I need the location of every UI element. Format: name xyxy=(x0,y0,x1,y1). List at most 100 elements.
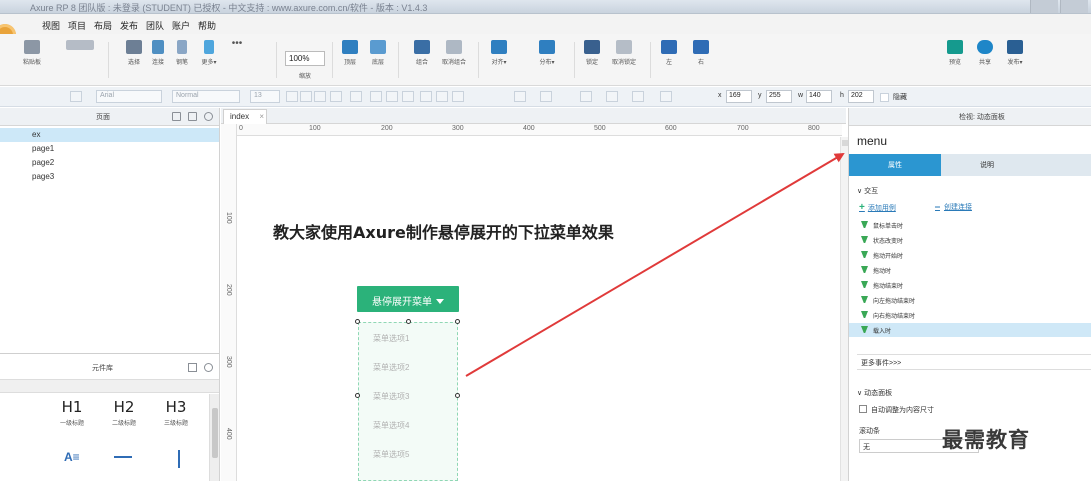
widget-h2[interactable]: H2 二级标题 xyxy=(104,398,144,427)
resize-handle-top-middle[interactable] xyxy=(406,319,411,324)
align-center-button[interactable] xyxy=(386,91,398,102)
unlock-button[interactable]: 取消锁定 xyxy=(606,40,642,66)
event-ondrag[interactable]: 拖动时 xyxy=(849,263,1091,277)
menu-option-4[interactable]: 菜单选项4 xyxy=(373,420,409,431)
menu-option-3[interactable]: 菜单选项3 xyxy=(373,391,409,402)
add-folder-icon[interactable] xyxy=(188,112,197,121)
library-select[interactable] xyxy=(0,379,219,393)
shadow-button[interactable] xyxy=(540,91,552,102)
menu-icon[interactable] xyxy=(188,363,197,372)
library-scrollbar[interactable] xyxy=(209,394,219,481)
line-style-button[interactable] xyxy=(632,91,644,102)
interaction-section-toggle[interactable]: ∨ 交互 xyxy=(857,186,878,196)
add-page-icon[interactable] xyxy=(172,112,181,121)
style-dropdown[interactable] xyxy=(70,91,82,102)
event-ondragstart[interactable]: 拖动开始时 xyxy=(849,248,1091,262)
event-onload[interactable]: 载入时 xyxy=(849,323,1091,337)
hover-menu-button[interactable]: 悬停展开菜单 xyxy=(357,286,459,312)
italic-button[interactable] xyxy=(300,91,312,102)
menu-option-1[interactable]: 菜单选项1 xyxy=(373,333,409,344)
menu-dynamic-panel[interactable]: 菜单选项1 菜单选项2 菜单选项3 菜单选项4 菜单选项5 xyxy=(358,322,458,481)
ungroup-button[interactable]: 取消组合 xyxy=(436,40,472,66)
menu-view[interactable]: 视图 xyxy=(42,19,60,32)
x-input[interactable]: 169 xyxy=(726,90,752,103)
paste-button[interactable]: 粘贴板 xyxy=(14,40,50,66)
maximize-button[interactable] xyxy=(1060,0,1088,13)
right-button[interactable]: 右 xyxy=(688,40,714,66)
align-button[interactable]: 对齐▾ xyxy=(484,40,514,66)
font-style-select[interactable]: Normal xyxy=(172,90,240,103)
bold-button[interactable] xyxy=(286,91,298,102)
menu-layout[interactable]: 布局 xyxy=(94,19,112,32)
event-onclick[interactable]: 鼠标单击时 xyxy=(849,218,1091,232)
widget-h3[interactable]: H3 三级标题 xyxy=(156,398,196,427)
resize-handle-middle-right[interactable] xyxy=(455,393,460,398)
add-case-link[interactable]: + 添加用例 xyxy=(859,202,896,213)
align-right-button[interactable] xyxy=(402,91,414,102)
menu-option-2[interactable]: 菜单选项2 xyxy=(373,362,409,373)
menu-option-5[interactable]: 菜单选项5 xyxy=(373,449,409,460)
more-events-select[interactable]: 更多事件>>> xyxy=(857,354,1091,370)
event-ondragdrop[interactable]: 拖动结束时 xyxy=(849,278,1091,292)
menu-account[interactable]: 账户 xyxy=(172,19,190,32)
publish-button[interactable]: 发布▾ xyxy=(1002,40,1028,66)
distribute-button[interactable]: 分布▾ xyxy=(532,40,562,66)
page-item-page2[interactable]: page2 xyxy=(0,156,219,170)
close-icon[interactable]: × xyxy=(259,112,264,121)
valign-middle-button[interactable] xyxy=(436,91,448,102)
zoom-select[interactable]: 100% xyxy=(285,51,325,66)
event-onswiperight[interactable]: 向右拖动结束时 xyxy=(849,308,1091,322)
preview-button[interactable]: 预览 xyxy=(942,40,968,66)
dynamic-panel-section-toggle[interactable]: ∨ 动态面板 xyxy=(857,388,892,398)
library-scroll-thumb[interactable] xyxy=(212,408,218,458)
menu-project[interactable]: 项目 xyxy=(68,19,86,32)
vertical-line-icon[interactable] xyxy=(178,450,180,468)
tab-notes[interactable]: 说明 xyxy=(941,154,1033,176)
hidden-checkbox[interactable] xyxy=(880,93,889,102)
create-link-link[interactable]: ═ 创建连接 xyxy=(935,202,972,212)
select-button[interactable]: 选择 xyxy=(116,40,152,66)
fill-color-button[interactable] xyxy=(514,91,526,102)
library-search-icon[interactable] xyxy=(204,363,213,372)
resize-handle-middle-left[interactable] xyxy=(355,393,360,398)
event-onstatechange[interactable]: 状态改变时 xyxy=(849,233,1091,247)
align-left-button[interactable] xyxy=(370,91,382,102)
line-width-button[interactable] xyxy=(606,91,618,102)
search-icon[interactable] xyxy=(204,112,213,121)
left-button[interactable]: 左 xyxy=(656,40,682,66)
menu-publish[interactable]: 发布 xyxy=(120,19,138,32)
page-item-ex[interactable]: ex xyxy=(0,128,219,142)
pen-button[interactable]: 钢笔 xyxy=(172,40,192,66)
share-button[interactable]: 共享 xyxy=(972,40,998,66)
y-input[interactable]: 255 xyxy=(766,90,792,103)
auto-fit-checkbox[interactable]: 自动调整为内容尺寸 xyxy=(859,405,934,415)
tab-properties[interactable]: 属性 xyxy=(849,154,941,176)
page-item-page1[interactable]: page1 xyxy=(0,142,219,156)
tab-style[interactable] xyxy=(1033,154,1091,176)
tab-index[interactable]: index × xyxy=(223,109,267,124)
valign-top-button[interactable] xyxy=(420,91,432,102)
lock-button[interactable]: 锁定 xyxy=(580,40,604,66)
arrow-style-button[interactable] xyxy=(660,91,672,102)
minimize-button[interactable] xyxy=(1030,0,1058,13)
cut-copy-group[interactable] xyxy=(60,40,100,50)
valign-bottom-button[interactable] xyxy=(452,91,464,102)
page-item-page3[interactable]: page3 xyxy=(0,170,219,184)
widget-h1[interactable]: H1 一级标题 xyxy=(52,398,92,427)
text-paragraph-icon[interactable]: A≡ xyxy=(64,450,80,464)
menu-help[interactable]: 帮助 xyxy=(198,19,216,32)
font-family-select[interactable]: Arial xyxy=(96,90,162,103)
event-onswipeleft[interactable]: 向左拖动结束时 xyxy=(849,293,1091,307)
bring-to-top-button[interactable]: 顶层 xyxy=(338,40,362,66)
h-input[interactable]: 202 xyxy=(848,90,874,103)
group-button[interactable]: 组合 xyxy=(410,40,434,66)
send-to-bottom-button[interactable]: 底层 xyxy=(366,40,390,66)
more-button[interactable]: 更多▾ xyxy=(198,40,220,66)
design-canvas[interactable] xyxy=(238,137,840,481)
horizontal-line-icon[interactable] xyxy=(114,456,132,458)
w-input[interactable]: 140 xyxy=(806,90,832,103)
connect-button[interactable]: 连接 xyxy=(148,40,168,66)
line-color-button[interactable] xyxy=(580,91,592,102)
bullet-button[interactable] xyxy=(350,91,362,102)
canvas-heading-text[interactable]: 教大家使用Axure制作悬停展开的下拉菜单效果 xyxy=(273,219,614,243)
